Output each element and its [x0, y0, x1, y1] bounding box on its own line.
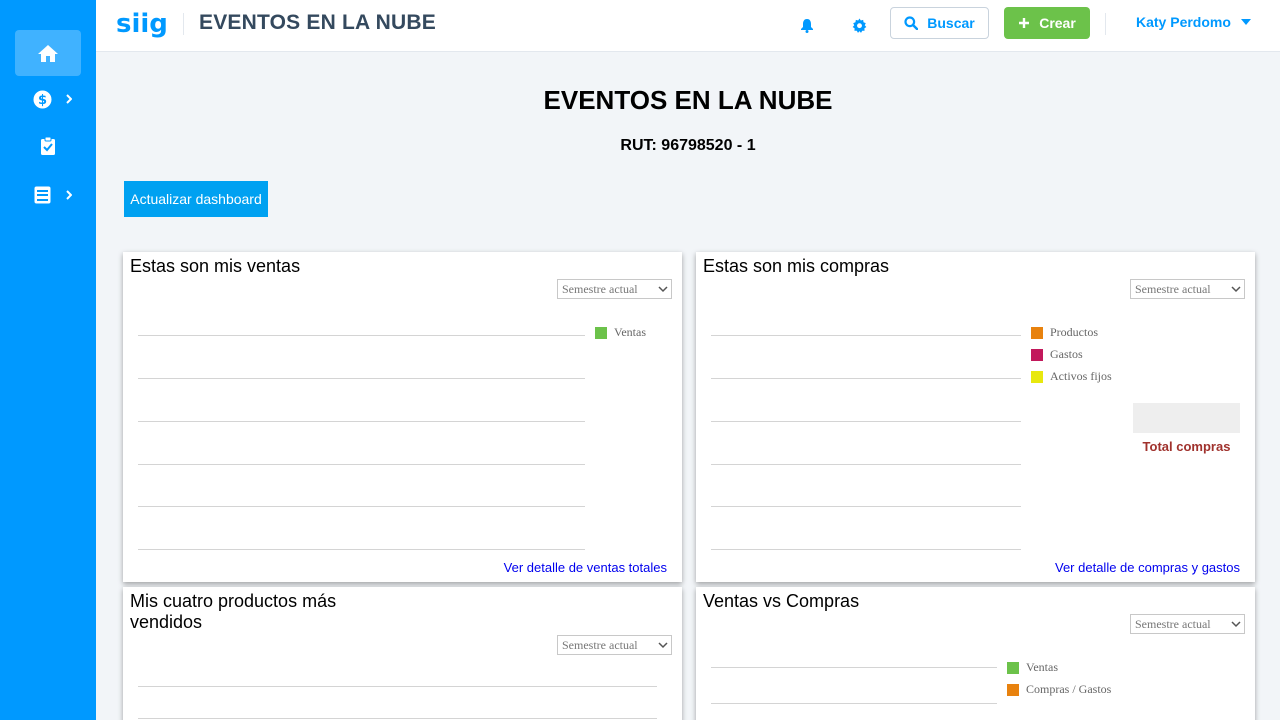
- home-icon: [38, 44, 58, 62]
- user-menu[interactable]: Katy Perdomo: [1136, 14, 1251, 30]
- legend-swatch: [1031, 370, 1043, 383]
- top-products-card: Mis cuatro productos más vendidos Semest…: [123, 587, 682, 720]
- legend-label: Ventas: [1026, 660, 1058, 674]
- card-title: Ventas vs Compras: [703, 591, 860, 611]
- notifications-button[interactable]: [796, 14, 818, 36]
- create-button[interactable]: Crear: [1004, 7, 1090, 39]
- sidebar: $: [0, 0, 96, 720]
- sidebar-item-tasks[interactable]: [15, 123, 81, 169]
- company-rut: RUT: 96798520 - 1: [620, 137, 756, 154]
- gridline: [138, 464, 585, 465]
- period-select[interactable]: Semestre actual: [1130, 279, 1245, 299]
- gridline: [138, 686, 657, 687]
- legend-label: Gastos: [1050, 347, 1083, 361]
- sidebar-item-home[interactable]: [15, 30, 81, 76]
- gridline: [138, 549, 585, 550]
- gridline: [711, 506, 1021, 507]
- svg-text:$: $: [37, 93, 46, 108]
- legend-label: Compras / Gastos: [1026, 682, 1112, 696]
- company-name: EVENTOS EN LA NUBE: [543, 85, 833, 115]
- clipboard-check-icon: [41, 136, 55, 155]
- header-title: EVENTOS EN LA NUBE: [199, 11, 436, 34]
- legend-item: Productos: [1031, 325, 1098, 340]
- total-purchases-value: [1133, 403, 1240, 433]
- sales-detail-link[interactable]: Ver detalle de ventas totales: [504, 560, 667, 575]
- gridline: [138, 506, 585, 507]
- svg-text:siigo: siigo: [116, 9, 168, 39]
- legend-label: Ventas: [614, 325, 646, 339]
- gridline: [138, 335, 585, 336]
- gear-icon: [852, 17, 866, 33]
- gridline: [711, 335, 1021, 336]
- caret-down-icon: [1240, 19, 1251, 25]
- card-title: Estas son mis ventas: [130, 256, 301, 276]
- legend-item: Activos fijos: [1031, 369, 1112, 384]
- siigo-logo[interactable]: siigo: [116, 6, 186, 45]
- chevron-down-icon: [658, 642, 668, 649]
- legend-item: Ventas: [1007, 660, 1058, 675]
- search-button[interactable]: Buscar: [890, 7, 989, 39]
- legend-item: Gastos: [1031, 347, 1083, 362]
- gridline: [138, 718, 657, 719]
- legend-swatch: [1031, 348, 1043, 361]
- legend-item: Ventas: [595, 325, 646, 340]
- period-select[interactable]: Semestre actual: [557, 635, 672, 655]
- period-select-value: Semestre actual: [562, 281, 638, 296]
- gridline: [711, 703, 997, 704]
- period-select[interactable]: Semestre actual: [557, 279, 672, 299]
- chevron-down-icon: [1231, 621, 1241, 628]
- header-divider: [1105, 13, 1106, 35]
- legend-swatch: [1031, 326, 1043, 339]
- bell-icon: [801, 18, 813, 33]
- legend-item: Compras / Gastos: [1007, 682, 1111, 697]
- user-name: Katy Perdomo: [1136, 14, 1231, 30]
- book-icon: [34, 186, 50, 204]
- settings-button[interactable]: [848, 14, 870, 36]
- sales-vs-purchases-card: Ventas vs Compras Semestre actual Ventas…: [696, 587, 1255, 720]
- top-header: siigo EVENTOS EN LA NUBE Buscar Crear Ka…: [96, 0, 1280, 52]
- search-button-label: Buscar: [927, 15, 975, 31]
- total-purchases-label: Total compras: [1142, 439, 1231, 454]
- legend-swatch: [595, 326, 607, 339]
- period-select-value: Semestre actual: [562, 637, 638, 652]
- purchases-detail-link[interactable]: Ver detalle de compras y gastos: [1055, 560, 1240, 575]
- gridline: [711, 549, 1021, 550]
- gridline: [711, 667, 997, 668]
- period-select-value: Semestre actual: [1135, 281, 1211, 296]
- sales-card: Estas son mis ventas Semestre actual Ven…: [123, 252, 682, 582]
- chevron-right-icon: [66, 76, 72, 122]
- sidebar-item-reports[interactable]: [15, 172, 81, 218]
- update-dashboard-button[interactable]: Actualizar dashboard: [124, 181, 268, 217]
- create-button-label: Crear: [1039, 15, 1076, 31]
- legend-label: Productos: [1050, 325, 1098, 339]
- legend-label: Activos fijos: [1050, 369, 1112, 383]
- chevron-down-icon: [1231, 286, 1241, 293]
- plus-icon: [1019, 18, 1030, 28]
- gridline: [711, 421, 1021, 422]
- gridline: [711, 378, 1021, 379]
- card-title: Estas son mis compras: [703, 256, 890, 276]
- period-select[interactable]: Semestre actual: [1130, 614, 1245, 634]
- purchases-card: Estas son mis compras Semestre actual Pr…: [696, 252, 1255, 582]
- legend-swatch: [1007, 683, 1019, 696]
- dollar-icon: $: [33, 90, 51, 108]
- period-select-value: Semestre actual: [1135, 616, 1211, 631]
- header-divider: [183, 13, 184, 35]
- search-icon: [904, 16, 919, 30]
- gridline: [138, 421, 585, 422]
- legend-swatch: [1007, 661, 1019, 674]
- gridline: [711, 464, 1021, 465]
- gridline: [138, 378, 585, 379]
- chevron-right-icon: [66, 172, 72, 218]
- chevron-down-icon: [658, 286, 668, 293]
- sidebar-item-finance[interactable]: $: [15, 76, 81, 122]
- card-title: Mis cuatro productos más vendidos: [130, 591, 337, 632]
